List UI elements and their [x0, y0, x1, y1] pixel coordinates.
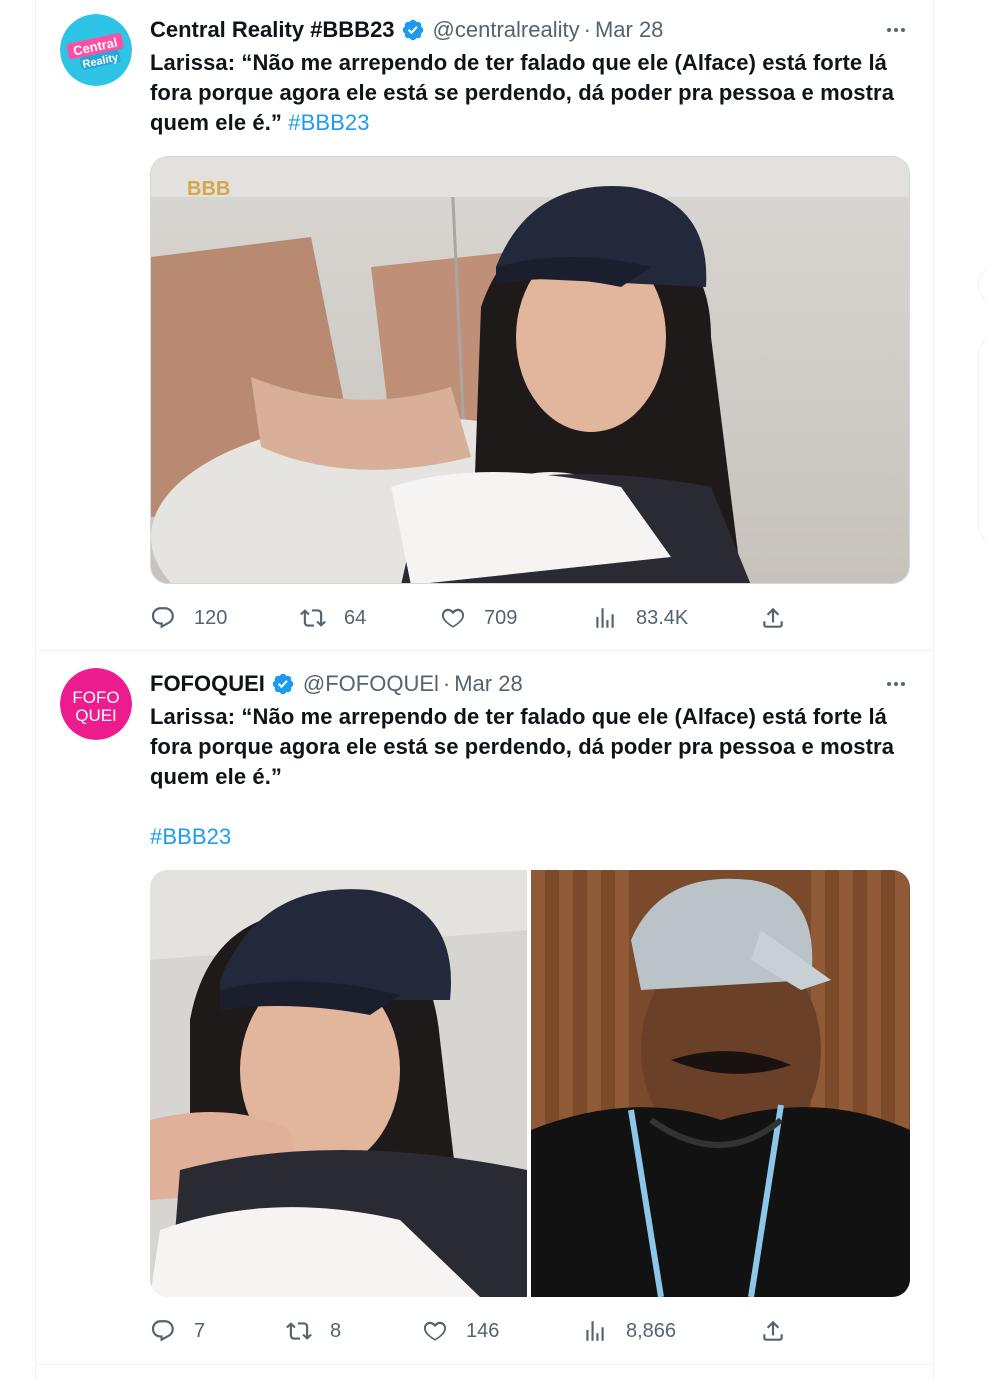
- timeline: Central Reality Central Reality #BBB23 @…: [35, 0, 934, 1381]
- share-button[interactable]: [760, 1313, 786, 1349]
- tweet-header: FOFOQUEI @FOFOQUEl · Mar 28: [150, 670, 523, 698]
- views-count: 83.4K: [636, 606, 689, 629]
- author-name[interactable]: Central Reality #BBB23: [150, 17, 395, 43]
- views-button[interactable]: 8,866: [582, 1313, 676, 1349]
- tweet-date[interactable]: Mar 28: [454, 671, 522, 697]
- share-button[interactable]: [760, 600, 786, 636]
- tweet-body: Larissa: “Não me arrependo de ter falado…: [150, 704, 895, 789]
- more-button[interactable]: [882, 670, 910, 698]
- tweet-fofoquei[interactable]: FOFO QUEI FOFOQUEI @FOFOQUEl · Mar 28 La…: [36, 651, 933, 1381]
- author-name[interactable]: FOFOQUEI: [150, 671, 265, 697]
- tweet-date[interactable]: Mar 28: [595, 17, 663, 43]
- more-button[interactable]: [882, 16, 910, 44]
- reply-button[interactable]: 120: [150, 600, 227, 636]
- hashtag-link[interactable]: #BBB23: [150, 824, 231, 849]
- tweet-actions: 7 8 146 8,866: [150, 1313, 910, 1349]
- more-icon: [887, 28, 891, 32]
- tweet-photo-right[interactable]: [531, 870, 910, 1297]
- views-count: 8,866: [626, 1319, 677, 1342]
- avatar-text-line2: QUEI: [75, 706, 117, 725]
- reply-count: 120: [194, 606, 228, 629]
- views-button[interactable]: 83.4K: [592, 600, 688, 636]
- tweet-header: Central Reality #BBB23 @centralreality ·…: [150, 16, 663, 44]
- sidebar-card-edge: [978, 340, 986, 540]
- media-watermark: BBB: [187, 178, 230, 200]
- retweet-icon: [300, 609, 326, 627]
- share-icon: [763, 607, 783, 628]
- tweet-body: Larissa: “Não me arrependo de ter falado…: [150, 50, 895, 135]
- hashtag-link[interactable]: #BBB23: [288, 110, 369, 135]
- tweet-text: Larissa: “Não me arrependo de ter falado…: [150, 702, 920, 792]
- separator-dot: ·: [583, 17, 591, 42]
- like-icon: [441, 608, 465, 628]
- reply-count: 7: [194, 1319, 206, 1342]
- more-icon: [887, 682, 891, 686]
- reply-button[interactable]: 7: [150, 1313, 205, 1349]
- reply-icon: [151, 607, 174, 629]
- like-count: 709: [484, 606, 518, 629]
- retweet-button[interactable]: 64: [300, 600, 366, 636]
- share-icon: [763, 1320, 783, 1341]
- like-button[interactable]: 709: [440, 600, 517, 636]
- separator-dot: ·: [442, 671, 451, 696]
- like-icon: [423, 1321, 447, 1341]
- tweet-actions: 120 64 709 83.4K: [150, 600, 910, 636]
- tweet-photo-left[interactable]: [150, 870, 527, 1297]
- reply-icon: [151, 1320, 174, 1342]
- author-handle[interactable]: @centralreality: [433, 17, 580, 43]
- retweet-icon: [286, 1322, 312, 1340]
- avatar-fofoquei[interactable]: FOFO QUEI: [60, 668, 132, 740]
- author-handle[interactable]: @FOFOQUEl: [303, 671, 439, 697]
- retweet-button[interactable]: 8: [286, 1313, 341, 1349]
- sidebar-card-edge: [978, 270, 986, 300]
- views-icon: [586, 1321, 604, 1341]
- tweet-divider: [36, 1364, 933, 1365]
- avatar-central-reality[interactable]: Central Reality: [60, 14, 132, 86]
- like-count: 146: [466, 1319, 500, 1342]
- retweet-count: 64: [344, 606, 367, 629]
- tweet-text: Larissa: “Não me arrependo de ter falado…: [150, 48, 920, 138]
- views-icon: [596, 608, 614, 628]
- avatar-text-line1: FOFO: [72, 688, 119, 707]
- tweet-hashtag-line: #BBB23: [150, 822, 920, 852]
- tweet-photo-grid: [150, 870, 910, 1297]
- verified-icon: [402, 19, 423, 41]
- like-button[interactable]: 146: [422, 1313, 499, 1349]
- retweet-count: 8: [330, 1319, 342, 1342]
- verified-icon: [272, 673, 294, 695]
- sidebar-edge: [976, 0, 986, 1381]
- tweet-photo[interactable]: BBB: [150, 156, 910, 584]
- tweet-central-reality[interactable]: Central Reality Central Reality #BBB23 @…: [36, 0, 933, 650]
